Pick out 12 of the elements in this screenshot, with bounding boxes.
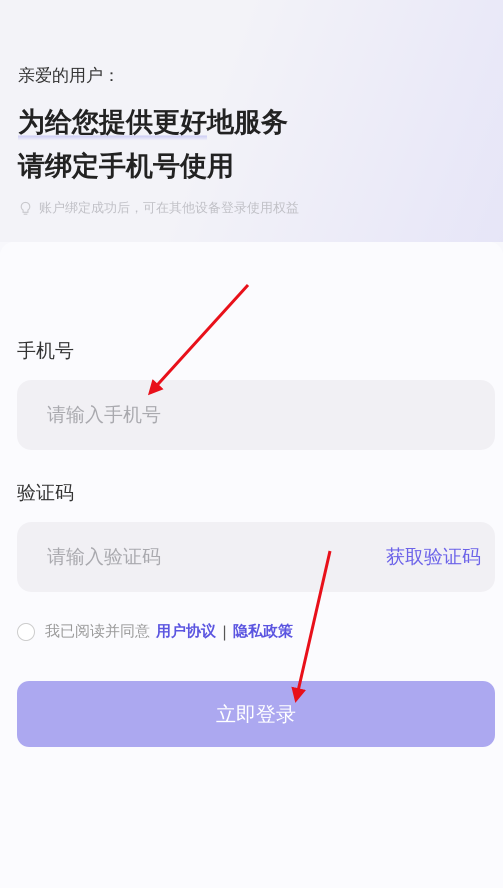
agree-checkbox[interactable] xyxy=(17,622,35,640)
headline-text: 请绑定手机号使用 xyxy=(18,150,234,184)
lightbulb-icon xyxy=(18,200,33,216)
field-label: 验证码 xyxy=(17,481,74,506)
field-label: 手机号 xyxy=(17,339,74,364)
separator-text: | xyxy=(222,622,228,640)
agreement-text: 我已阅读并同意 xyxy=(45,622,150,641)
privacy-policy-link[interactable]: 隐私政策 xyxy=(233,622,294,641)
user-agreement-link[interactable]: 用户协议 xyxy=(156,622,216,641)
phone-field[interactable]: 请输入手机号 xyxy=(17,380,495,450)
greeting-text: 亲爱的用户： xyxy=(18,65,120,87)
get-code-link[interactable]: 获取验证码 xyxy=(386,544,481,570)
